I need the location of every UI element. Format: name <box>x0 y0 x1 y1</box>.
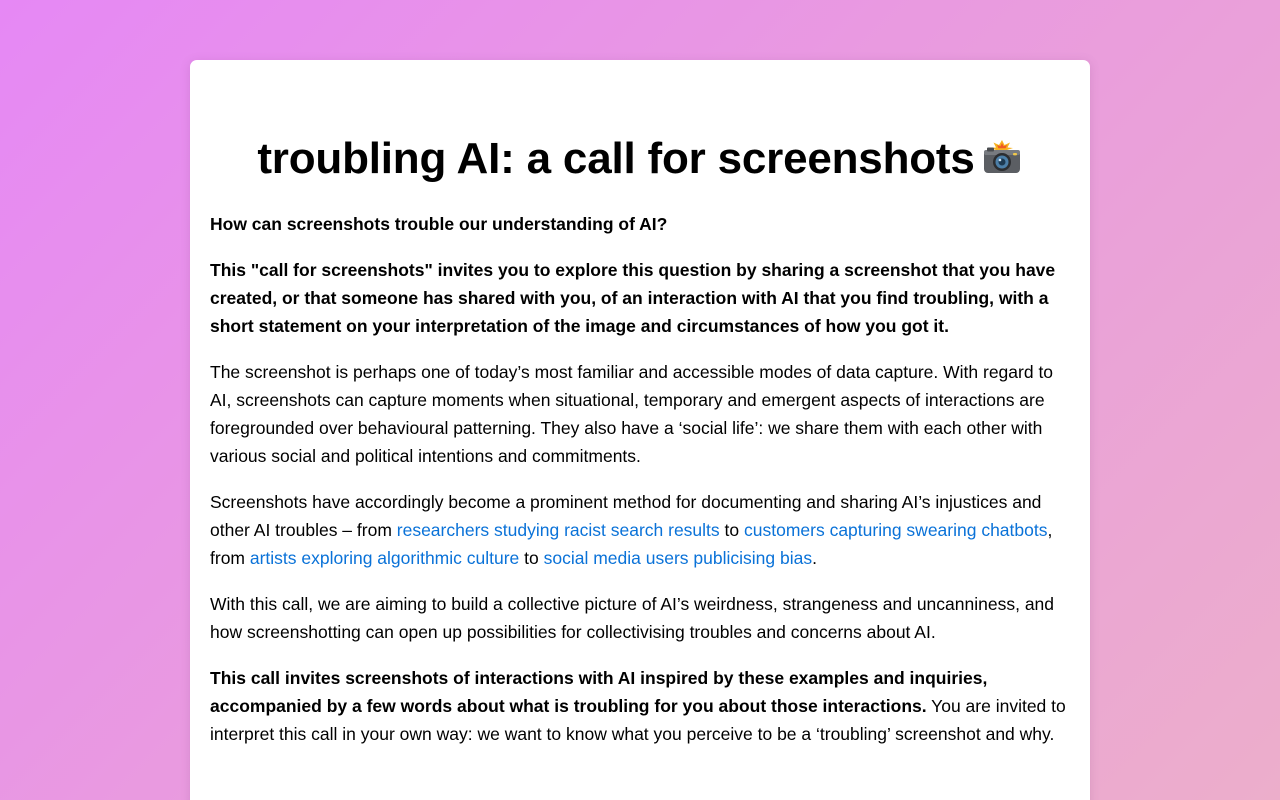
link-researchers-racist-search[interactable]: researchers studying racist search resul… <box>397 520 720 540</box>
content-card: troubling AI: a call for screenshots How… <box>190 60 1090 800</box>
link-social-media-bias[interactable]: social media users publicising bias <box>544 548 812 568</box>
article-body: How can screenshots trouble our understa… <box>210 210 1070 766</box>
link-customers-swearing-chatbots[interactable]: customers capturing swearing chatbots <box>744 520 1047 540</box>
intro-question: How can screenshots trouble our understa… <box>210 214 668 234</box>
intro-invite: This "call for screenshots" invites you … <box>210 260 1056 336</box>
camera-flash-icon <box>981 136 1023 186</box>
call-invites-bold: This call invites screenshots of interac… <box>210 668 988 716</box>
page-title-text: troubling AI: a call for screenshots <box>257 134 975 183</box>
paragraph-call-invites: This call invites screenshots of interac… <box>210 664 1070 748</box>
paragraph-screenshot-data-capture: The screenshot is perhaps one of today’s… <box>210 362 1054 466</box>
paragraph-collective-picture: With this call, we are aiming to build a… <box>210 594 1055 642</box>
paragraph-ai-troubles: Screenshots have accordingly become a pr… <box>210 492 1053 568</box>
link-artists-algorithmic-culture[interactable]: artists exploring algorithmic culture <box>250 548 519 568</box>
page-title: troubling AI: a call for screenshots <box>190 134 1090 186</box>
